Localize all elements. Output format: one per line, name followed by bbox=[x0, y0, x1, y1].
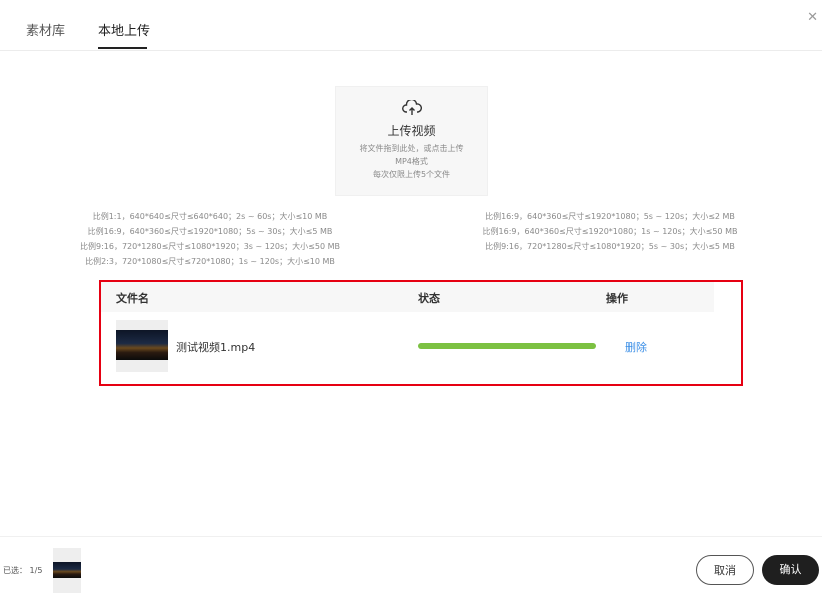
file-table: 文件名 状态 操作 测试视频1.mp4 删除 bbox=[99, 280, 743, 386]
upload-title: 上传视频 bbox=[387, 124, 436, 138]
tab-local-upload[interactable]: 本地上传 bbox=[98, 20, 150, 39]
delete-link[interactable]: 删除 bbox=[625, 339, 647, 355]
selected-thumbnail-image bbox=[53, 562, 81, 578]
spec-item: 比例1:1，640*640≤尺寸≤640*640；2s ~ 60s；大小≤10 … bbox=[92, 212, 328, 221]
column-header-status: 状态 bbox=[418, 292, 440, 305]
spec-list-left: 比例1:1，640*640≤尺寸≤640*640；2s ~ 60s；大小≤10 … bbox=[70, 209, 350, 269]
close-icon[interactable]: ✕ bbox=[807, 10, 818, 25]
footer-bar: 已选： 1/5 取消 确认 bbox=[0, 536, 822, 597]
upload-format: MP4格式 bbox=[395, 157, 428, 166]
column-header-filename: 文件名 bbox=[116, 292, 149, 305]
upload-progress-bar bbox=[418, 343, 596, 349]
tab-bar: 素材库 本地上传 bbox=[0, 0, 822, 51]
upload-progress-fill bbox=[418, 343, 596, 349]
spec-item: 比例16:9，640*360≤尺寸≤1920*1080；5s ~ 30s；大小≤… bbox=[87, 227, 333, 236]
spec-item: 比例2:3，720*1080≤尺寸≤720*1080；1s ~ 120s；大小≤… bbox=[85, 257, 335, 266]
video-thumbnail-image bbox=[116, 330, 168, 360]
confirm-button[interactable]: 确认 bbox=[762, 555, 819, 585]
spec-item: 比例16:9，640*360≤尺寸≤1920*1080；5s ~ 120s；大小… bbox=[485, 212, 735, 221]
selected-thumbnail[interactable] bbox=[53, 548, 81, 593]
upload-limit: 每次仅限上传5个文件 bbox=[372, 170, 451, 179]
video-thumbnail bbox=[116, 320, 168, 372]
cloud-upload-icon bbox=[401, 98, 422, 115]
upload-dropzone[interactable]: 上传视频 将文件拖到此处，或点击上传 MP4格式 每次仅限上传5个文件 bbox=[335, 86, 488, 196]
file-name: 测试视频1.mp4 bbox=[176, 341, 256, 354]
spec-list-right: 比例16:9，640*360≤尺寸≤1920*1080；5s ~ 120s；大小… bbox=[470, 209, 750, 254]
upload-hint: 将文件拖到此处，或点击上传 bbox=[359, 144, 464, 153]
selected-count-text: 已选： 1/5 bbox=[3, 565, 42, 576]
table-header: 文件名 状态 操作 bbox=[101, 282, 714, 312]
tab-material-library[interactable]: 素材库 bbox=[26, 20, 65, 39]
active-tab-indicator bbox=[98, 47, 147, 49]
column-header-action: 操作 bbox=[606, 292, 628, 305]
spec-item: 比例16:9，640*360≤尺寸≤1920*1080；1s ~ 120s；大小… bbox=[482, 227, 738, 236]
spec-item: 比例9:16，720*1280≤尺寸≤1080*1920；3s ~ 120s；大… bbox=[79, 242, 341, 251]
cancel-button[interactable]: 取消 bbox=[696, 555, 754, 585]
spec-item: 比例9:16，720*1280≤尺寸≤1080*1920；5s ~ 30s；大小… bbox=[485, 242, 735, 251]
selected-count: 1/5 bbox=[29, 566, 43, 575]
selected-label: 已选： bbox=[3, 566, 27, 575]
